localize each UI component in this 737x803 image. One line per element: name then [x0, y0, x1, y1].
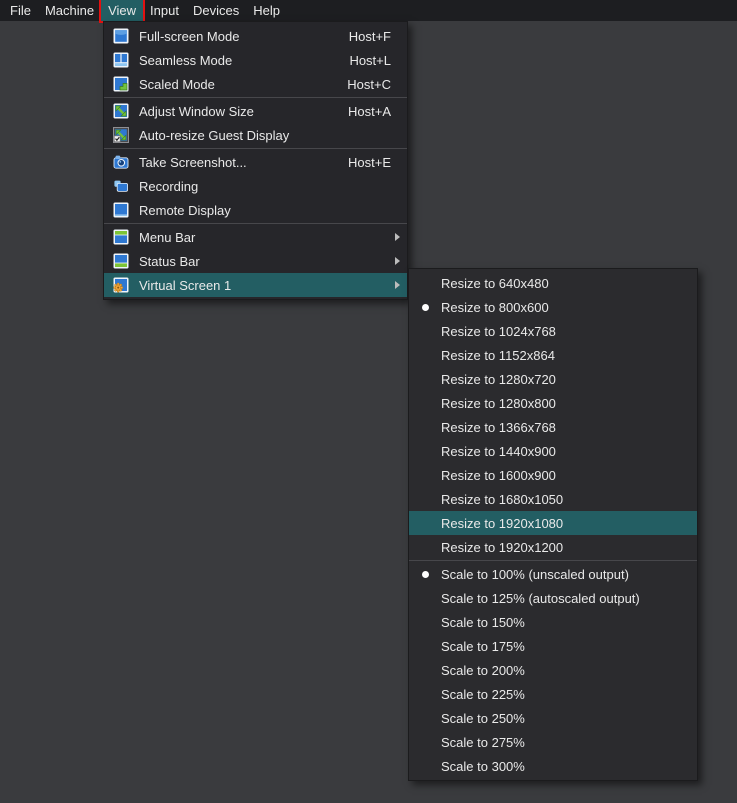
menu-item-label: Scale to 300% — [441, 759, 525, 774]
menu-separator — [104, 223, 407, 224]
shortcut-label: Host+A — [348, 104, 391, 119]
recording-icon — [113, 178, 129, 194]
menu-item-label: Remote Display — [139, 203, 231, 218]
menu-item-label: Scale to 200% — [441, 663, 525, 678]
menu-bar: FileMachineViewInputDevicesHelp — [0, 0, 737, 21]
menu-item-label: Adjust Window Size — [139, 104, 254, 119]
menu-bar-icon — [113, 229, 129, 245]
menu-item-resize-to-1440x900[interactable]: Resize to 1440x900 — [409, 439, 697, 463]
menu-item-label: Scale to 150% — [441, 615, 525, 630]
menu-item-label: Scale to 225% — [441, 687, 525, 702]
radio-selected-icon — [409, 571, 441, 578]
menu-item-remote-display[interactable]: Remote Display — [104, 198, 407, 222]
menu-item-scale-to-100-unscaled-output[interactable]: Scale to 100% (unscaled output) — [409, 562, 697, 586]
menu-item-resize-to-1920x1080[interactable]: Resize to 1920x1080 — [409, 511, 697, 535]
menubar-item-file[interactable]: File — [3, 0, 38, 21]
menu-item-label: Resize to 1024x768 — [441, 324, 556, 339]
menu-item-label: Virtual Screen 1 — [139, 278, 231, 293]
menu-item-label: Recording — [139, 179, 198, 194]
menu-item-resize-to-1280x720[interactable]: Resize to 1280x720 — [409, 367, 697, 391]
menu-item-resize-to-1280x800[interactable]: Resize to 1280x800 — [409, 391, 697, 415]
menu-separator — [409, 560, 697, 561]
radio-selected-icon — [409, 304, 441, 311]
menu-item-resize-to-640x480[interactable]: Resize to 640x480 — [409, 271, 697, 295]
shortcut-label: Host+F — [349, 29, 391, 44]
menu-item-scale-to-125-autoscaled-output[interactable]: Scale to 125% (autoscaled output) — [409, 586, 697, 610]
shortcut-label: Host+E — [348, 155, 391, 170]
menu-item-label: Scale to 175% — [441, 639, 525, 654]
menu-separator — [104, 97, 407, 98]
menu-item-label: Resize to 640x480 — [441, 276, 549, 291]
menubar-item-input[interactable]: Input — [143, 0, 186, 21]
adjust-window-size-icon — [113, 103, 129, 119]
shortcut-label: Host+L — [349, 53, 391, 68]
menu-item-label: Scale to 250% — [441, 711, 525, 726]
menu-item-resize-to-1600x900[interactable]: Resize to 1600x900 — [409, 463, 697, 487]
view-menu-dropdown: Full-screen Mode Host+F Seamless Mode Host+… — [103, 21, 408, 300]
menu-item-label: Menu Bar — [139, 230, 195, 245]
seamless-mode-icon — [113, 52, 129, 68]
menu-item-auto-resize-guest-display[interactable]: Auto-resize Guest Display — [104, 123, 407, 147]
menu-item-scaled-mode[interactable]: Scaled Mode Host+C — [104, 72, 407, 96]
menubar-item-view[interactable]: View — [101, 0, 143, 21]
menu-item-seamless-mode[interactable]: Seamless Mode Host+L — [104, 48, 407, 72]
menu-item-label: Scale to 125% (autoscaled output) — [441, 591, 640, 606]
menu-item-resize-to-1152x864[interactable]: Resize to 1152x864 — [409, 343, 697, 367]
virtual-screen-1-submenu: Resize to 640x480 Resize to 800x600 Resize… — [408, 268, 698, 781]
menu-item-label: Status Bar — [139, 254, 200, 269]
menu-item-label: Resize to 1152x864 — [441, 348, 555, 363]
virtual-screen-icon — [113, 277, 129, 293]
menu-item-label: Resize to 1920x1200 — [441, 540, 563, 555]
menubar-item-devices[interactable]: Devices — [186, 0, 246, 21]
menu-item-label: Take Screenshot... — [139, 155, 247, 170]
menu-item-label: Resize to 1920x1080 — [441, 516, 563, 531]
menu-item-scale-to-300[interactable]: Scale to 300% — [409, 754, 697, 778]
auto-resize-guest-display-icon — [113, 127, 129, 143]
menu-item-resize-to-1366x768[interactable]: Resize to 1366x768 — [409, 415, 697, 439]
menu-item-resize-to-800x600[interactable]: Resize to 800x600 — [409, 295, 697, 319]
remote-display-icon — [113, 202, 129, 218]
menu-item-label: Scaled Mode — [139, 77, 215, 92]
menu-item-take-screenshot[interactable]: Take Screenshot... Host+E — [104, 150, 407, 174]
shortcut-label: Host+C — [347, 77, 391, 92]
menu-item-label: Full-screen Mode — [139, 29, 239, 44]
submenu-arrow-icon — [395, 233, 400, 241]
menu-item-resize-to-1920x1200[interactable]: Resize to 1920x1200 — [409, 535, 697, 559]
menubar-item-machine[interactable]: Machine — [38, 0, 101, 21]
status-bar-icon — [113, 253, 129, 269]
submenu-arrow-icon — [395, 281, 400, 289]
menu-item-scale-to-150[interactable]: Scale to 150% — [409, 610, 697, 634]
menu-item-status-bar[interactable]: Status Bar — [104, 249, 407, 273]
menu-item-adjust-window-size[interactable]: Adjust Window Size Host+A — [104, 99, 407, 123]
menu-item-resize-to-1024x768[interactable]: Resize to 1024x768 — [409, 319, 697, 343]
menu-item-virtual-screen-1[interactable]: Virtual Screen 1 — [104, 273, 407, 297]
menu-item-resize-to-1680x1050[interactable]: Resize to 1680x1050 — [409, 487, 697, 511]
menu-item-label: Resize to 800x600 — [441, 300, 549, 315]
menu-item-label: Resize to 1600x900 — [441, 468, 556, 483]
menu-item-label: Scale to 275% — [441, 735, 525, 750]
menu-separator — [104, 148, 407, 149]
menu-item-scale-to-175[interactable]: Scale to 175% — [409, 634, 697, 658]
menu-item-label: Resize to 1280x800 — [441, 396, 556, 411]
take-screenshot-icon — [113, 154, 129, 170]
menu-item-full-screen-mode[interactable]: Full-screen Mode Host+F — [104, 24, 407, 48]
menu-item-scale-to-250[interactable]: Scale to 250% — [409, 706, 697, 730]
menu-item-label: Scale to 100% (unscaled output) — [441, 567, 629, 582]
submenu-arrow-icon — [395, 257, 400, 265]
menu-item-menu-bar[interactable]: Menu Bar — [104, 225, 407, 249]
menu-item-scale-to-275[interactable]: Scale to 275% — [409, 730, 697, 754]
menubar-item-help[interactable]: Help — [246, 0, 287, 21]
menu-item-label: Auto-resize Guest Display — [139, 128, 289, 143]
menu-item-recording[interactable]: Recording — [104, 174, 407, 198]
menu-item-label: Resize to 1366x768 — [441, 420, 556, 435]
fullscreen-mode-icon — [113, 28, 129, 44]
menu-item-label: Resize to 1440x900 — [441, 444, 556, 459]
menu-item-scale-to-225[interactable]: Scale to 225% — [409, 682, 697, 706]
scaled-mode-icon — [113, 76, 129, 92]
menu-item-scale-to-200[interactable]: Scale to 200% — [409, 658, 697, 682]
menu-item-label: Resize to 1680x1050 — [441, 492, 563, 507]
menu-item-label: Seamless Mode — [139, 53, 232, 68]
menu-item-label: Resize to 1280x720 — [441, 372, 556, 387]
